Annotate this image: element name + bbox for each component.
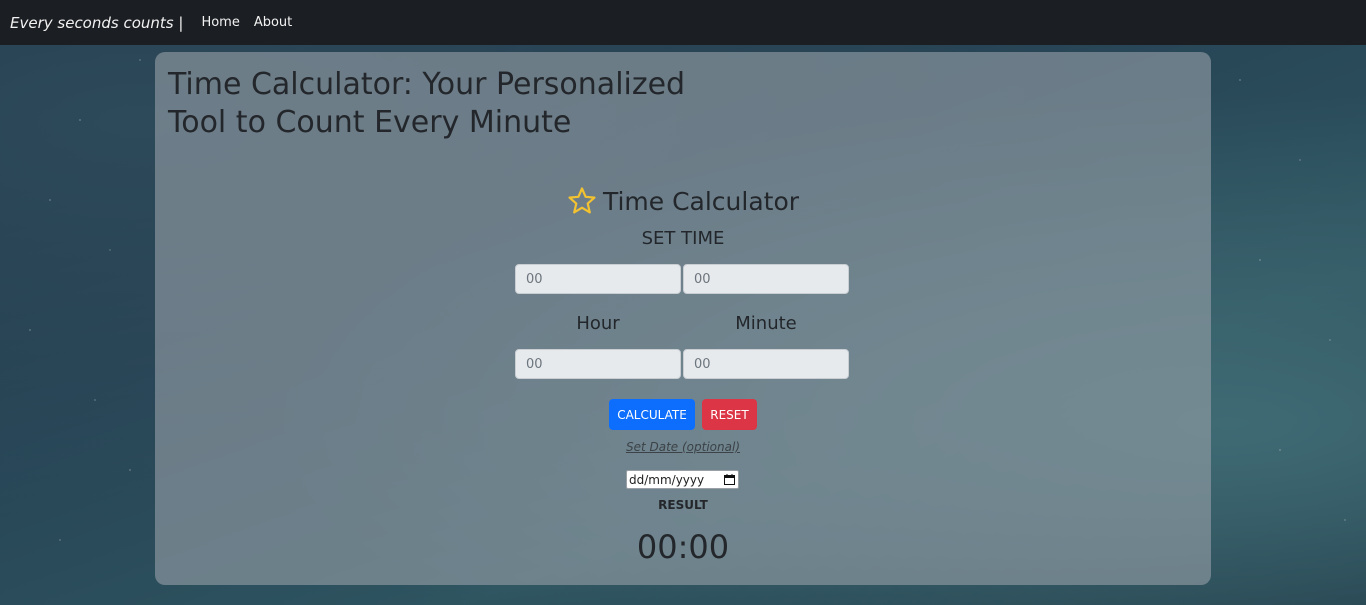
minute-label: Minute [735,313,797,334]
calculator-title: Time Calculator [602,186,800,216]
hour-input[interactable] [515,349,681,379]
brand-logo[interactable]: Every seconds counts | [10,14,183,32]
result-label: RESULT [658,498,708,512]
star-icon [568,187,596,214]
calculate-button[interactable]: CALCULATE [609,399,695,430]
set-date-link[interactable]: Set Date (optional) [155,440,1211,454]
page-title: Time Calculator: Your Personalized Tool … [168,67,686,140]
hour-label: Hour [576,313,620,334]
calculator-card: Time Calculator: Your Personalized Tool … [155,52,1211,585]
set-time-label: SET TIME [641,228,725,249]
result-value: 00:00 [636,528,730,566]
nav-link-home[interactable]: Home [201,15,239,30]
nav-link-about[interactable]: About [254,15,292,30]
reset-button[interactable]: RESET [702,399,757,430]
calculator-header: Time Calculator [155,186,1211,216]
navbar: Every seconds counts | Home About [0,0,1366,45]
minute-input[interactable] [683,349,849,379]
start-minute-input[interactable] [683,264,849,294]
date-input[interactable]: dd/mm/yyyy [626,470,739,489]
date-input-text: dd/mm/yyyy [629,472,705,487]
calendar-icon[interactable] [724,474,735,485]
start-hour-input[interactable] [515,264,681,294]
